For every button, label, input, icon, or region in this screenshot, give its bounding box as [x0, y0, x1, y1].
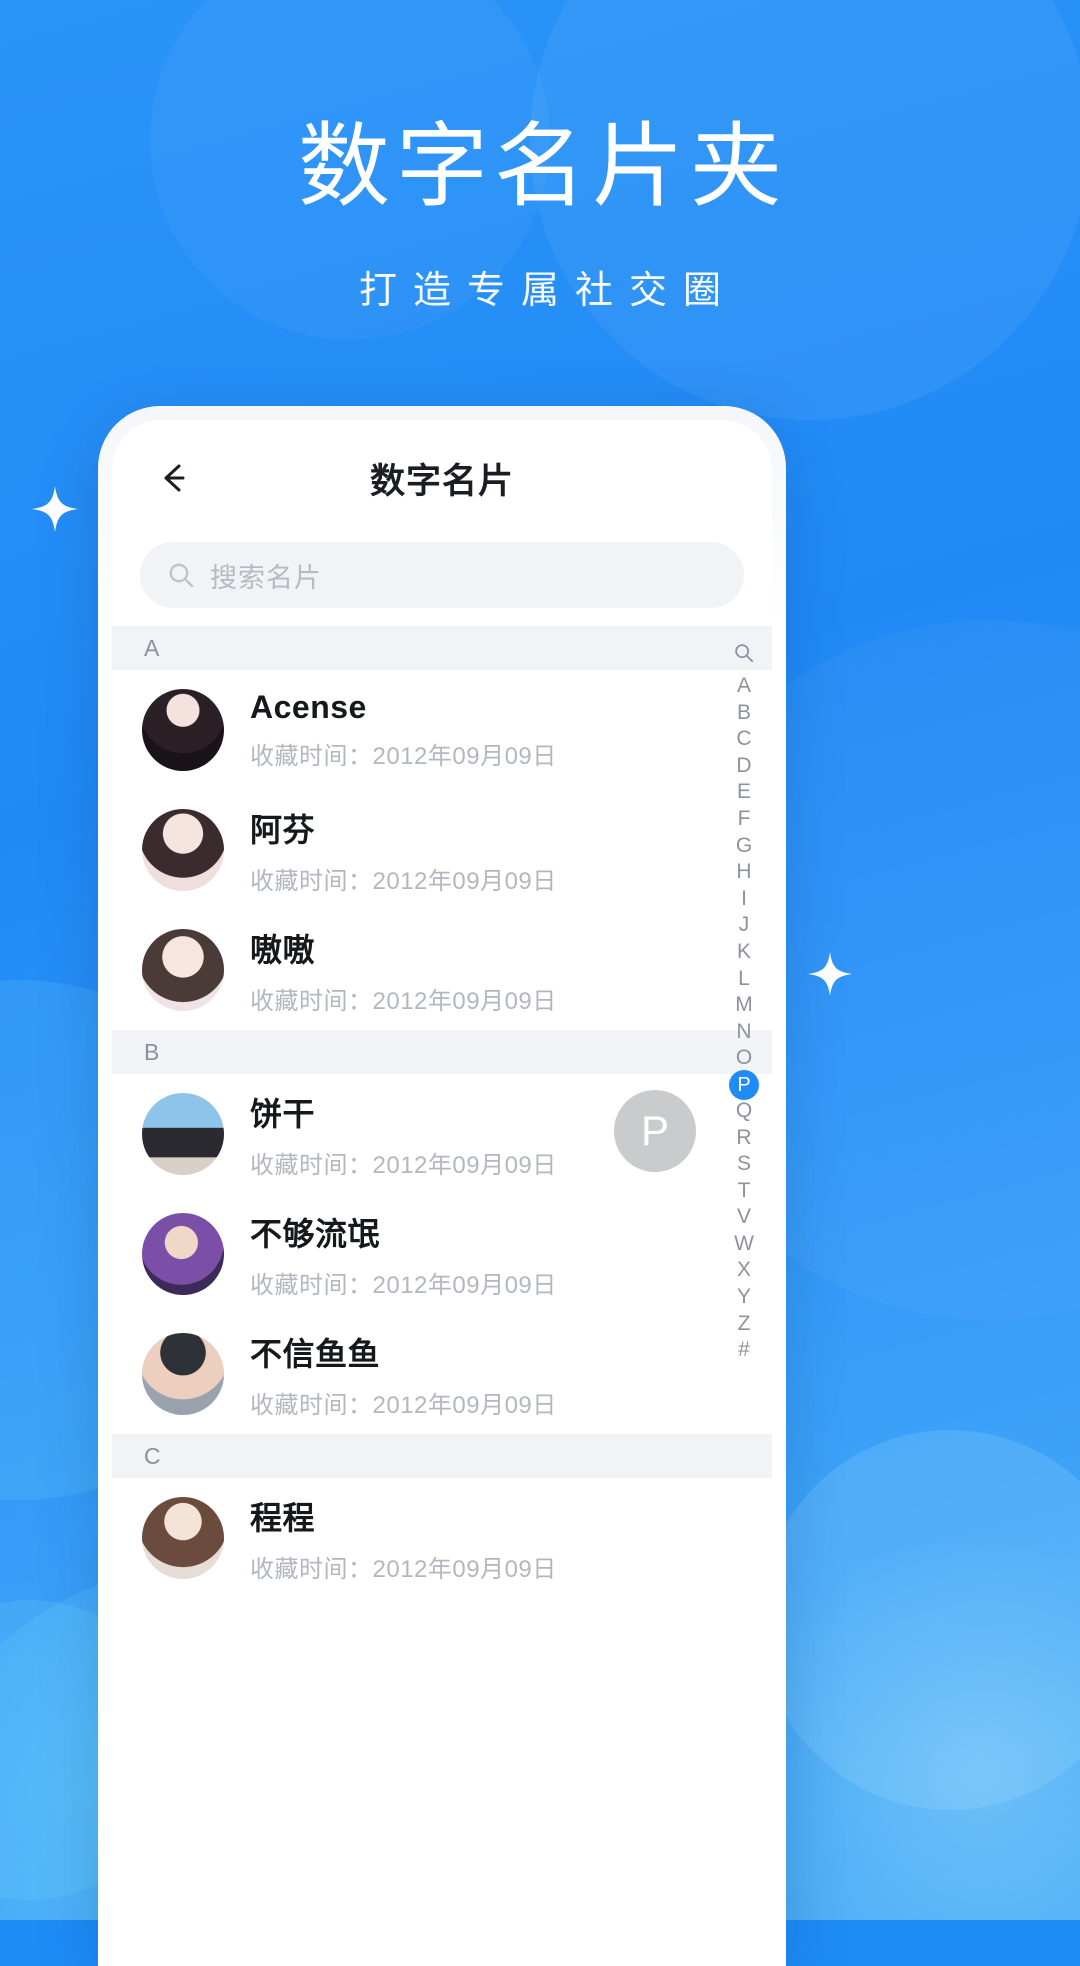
avatar [142, 1093, 224, 1175]
alpha-index-q[interactable]: Q [729, 1098, 759, 1125]
avatar [142, 809, 224, 891]
hero-section: 数字名片夹 打造专属社交圈 [0, 116, 1080, 314]
alphabet-index[interactable]: A B C D E F G H I J K L M N O P Q R S T V W X Y Z # [722, 642, 766, 1364]
alpha-index-o[interactable]: O [729, 1045, 759, 1072]
search-placeholder: 搜索名片 [210, 562, 322, 593]
back-button[interactable] [146, 450, 202, 506]
alpha-index-k[interactable]: K [729, 939, 759, 966]
contact-list[interactable]: A Acense 收藏时间：2012年09月09日 阿芬 收藏时间：2012年09月09… [112, 626, 772, 1966]
contact-meta: 不信鱼鱼收藏时间：2012年09月09日 [250, 1329, 557, 1420]
contact-name: 嗷嗷 [250, 931, 316, 968]
contact-meta: Acense 收藏时间：2012年09月09日 [250, 689, 557, 771]
contact-row[interactable]: Acense 收藏时间：2012年09月09日 [112, 670, 772, 790]
sparkle-icon-right [808, 952, 852, 996]
alpha-index-l[interactable]: L [729, 966, 759, 993]
alpha-index-m[interactable]: M [729, 992, 759, 1019]
contact-name: 饼干 [250, 1095, 316, 1132]
alpha-index-y[interactable]: Y [729, 1284, 759, 1311]
contact-row[interactable]: 嗷嗷收藏时间：2012年09月09日 [112, 910, 772, 1030]
contact-name: Acense [250, 689, 367, 725]
contact-meta: 不够流氓收藏时间：2012年09月09日 [250, 1209, 557, 1300]
contact-favorite-time: 收藏时间：2012年09月09日 [250, 867, 557, 895]
alpha-index-i[interactable]: I [729, 886, 759, 913]
alpha-index-c[interactable]: C [729, 726, 759, 753]
contact-favorite-time: 收藏时间：2012年09月09日 [250, 1391, 557, 1419]
app-title: 数字名片 [369, 461, 514, 501]
alpha-index-r[interactable]: R [729, 1125, 759, 1152]
contact-row[interactable]: 不够流氓收藏时间：2012年09月09日 [112, 1194, 772, 1314]
avatar [142, 1333, 224, 1415]
alpha-index-g[interactable]: G [729, 833, 759, 860]
contact-name: 不够流氓 [250, 1215, 381, 1252]
contact-favorite-time: 收藏时间：2012年09月09日 [250, 987, 557, 1015]
alpha-index-a[interactable]: A [729, 673, 759, 700]
alpha-index-e[interactable]: E [729, 779, 759, 806]
alpha-index-x[interactable]: X [729, 1257, 759, 1284]
app-header: 数字名片 [112, 420, 772, 536]
section-header: B [112, 1030, 772, 1074]
search-icon[interactable] [733, 642, 755, 669]
contact-meta: 饼干收藏时间：2012年09月09日 [250, 1089, 557, 1180]
page-subtitle: 打造专属社交圈 [358, 270, 737, 313]
contact-favorite-time: 收藏时间：2012年09月09日 [250, 1151, 557, 1179]
contact-row[interactable]: 阿芬收藏时间：2012年09月09日 [112, 790, 772, 910]
alpha-index-s[interactable]: S [729, 1151, 759, 1178]
search-icon [169, 563, 194, 588]
contact-name: 不信鱼鱼 [250, 1335, 381, 1372]
avatar [142, 1213, 224, 1295]
contact-row[interactable]: 程程收藏时间：2012年09月09日 [112, 1478, 772, 1598]
alpha-index-p[interactable]: P [729, 1069, 759, 1100]
page-title: 数字名片夹 [297, 116, 788, 218]
sparkle-icon-left [32, 486, 78, 532]
contact-name: 阿芬 [250, 811, 316, 848]
phone-mockup: 数字名片 搜索名片 A Acense 收藏时间：2012年09月09日 阿芬 收藏时间：… [98, 406, 786, 1966]
alpha-index-f[interactable]: F [729, 806, 759, 833]
contact-favorite-time: 收藏时间：2012年09月09日 [250, 1555, 557, 1583]
alpha-index-hash[interactable]: # [729, 1337, 759, 1364]
contact-favorite-time: 收藏时间：2012年09月09日 [250, 1271, 557, 1299]
avatar [142, 1497, 224, 1579]
contact-meta: 阿芬收藏时间：2012年09月09日 [250, 805, 557, 896]
avatar [142, 689, 224, 771]
alpha-index-w[interactable]: W [729, 1231, 759, 1258]
alpha-index-v[interactable]: V [729, 1204, 759, 1231]
alpha-index-h[interactable]: H [729, 859, 759, 886]
alpha-index-j[interactable]: J [729, 912, 759, 939]
search-input[interactable]: 搜索名片 [140, 542, 744, 608]
avatar [142, 929, 224, 1011]
contact-meta: 嗷嗷收藏时间：2012年09月09日 [250, 925, 557, 1016]
alpha-index-d[interactable]: D [729, 753, 759, 780]
letter-indicator-bubble: P [614, 1090, 696, 1172]
contact-favorite-time: 收藏时间：2012年09月09日 [250, 743, 557, 770]
alpha-index-z[interactable]: Z [729, 1311, 759, 1338]
contact-row[interactable]: 不信鱼鱼收藏时间：2012年09月09日 [112, 1314, 772, 1434]
search-bar-container: 搜索名片 [112, 536, 772, 628]
contact-name: 程程 [250, 1499, 316, 1536]
section-header: A [112, 626, 772, 670]
contact-meta: 程程收藏时间：2012年09月09日 [250, 1493, 557, 1584]
phone-screen: 数字名片 搜索名片 A Acense 收藏时间：2012年09月09日 阿芬 收藏时间：… [112, 420, 772, 1966]
back-arrow-icon [164, 464, 185, 492]
alpha-index-t[interactable]: T [729, 1178, 759, 1205]
alpha-index-b[interactable]: B [729, 700, 759, 727]
alpha-index-n[interactable]: N [729, 1019, 759, 1046]
section-header: C [112, 1434, 772, 1478]
